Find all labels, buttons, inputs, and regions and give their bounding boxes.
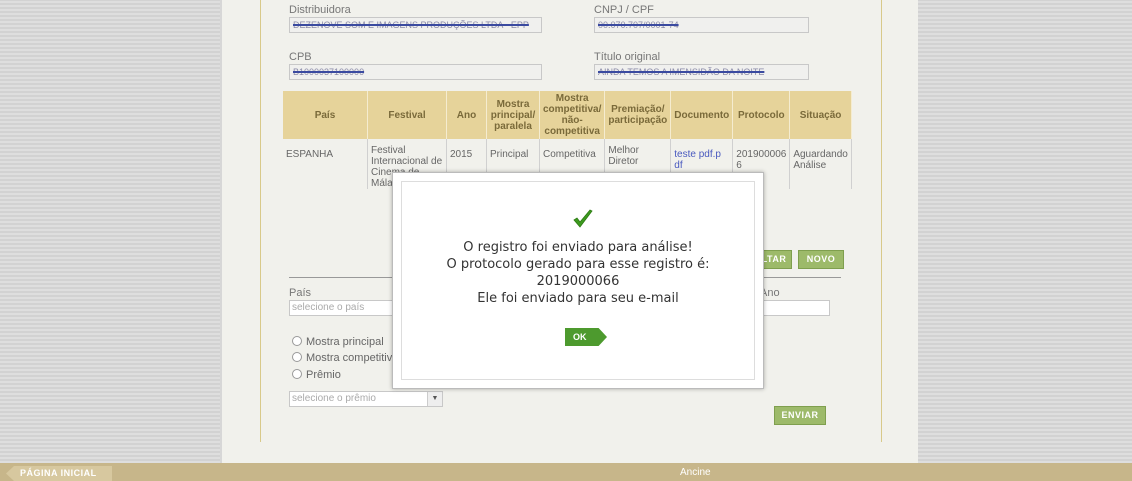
- message-line-2: O protocolo gerado para esse registro é:: [446, 257, 710, 272]
- home-button[interactable]: PÁGINA INICIAL: [6, 466, 112, 481]
- footer-ancine-text: Ancine: [680, 467, 711, 478]
- dialog-message: O registro foi enviado para análise! O p…: [402, 239, 754, 307]
- success-dialog: O registro foi enviado para análise! O p…: [392, 172, 764, 389]
- checkmark-icon: [573, 209, 593, 228]
- dialog-frame: O registro foi enviado para análise! O p…: [401, 181, 755, 380]
- ok-button[interactable]: OK: [565, 328, 607, 346]
- footer-bar: [0, 463, 1132, 481]
- message-line-4: Ele foi enviado para seu e-mail: [477, 291, 679, 306]
- message-line-1: O registro foi enviado para análise!: [463, 240, 693, 255]
- protocol-number: 2019000066: [536, 274, 620, 289]
